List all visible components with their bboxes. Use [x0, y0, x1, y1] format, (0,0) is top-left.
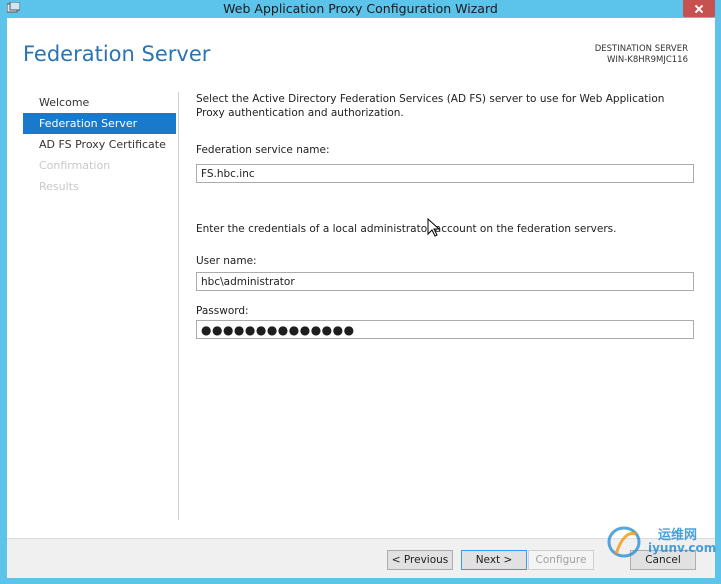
watermark-url-text: iyunv.com: [648, 541, 717, 555]
destination-server-label: DESTINATION SERVER: [594, 44, 688, 54]
mouse-cursor-icon: [427, 218, 441, 237]
next-button[interactable]: Next >: [461, 550, 527, 570]
nav-step-federation-server[interactable]: Federation Server: [23, 113, 176, 134]
password-label: Password:: [196, 305, 249, 317]
nav-step-results: Results: [39, 180, 79, 193]
credentials-prompt: Enter the credentials of a local adminis…: [196, 223, 617, 235]
nav-divider: [178, 92, 179, 520]
configure-button[interactable]: Configure: [528, 550, 594, 570]
nav-step-ad-fs-proxy-certificate[interactable]: AD FS Proxy Certificate: [23, 134, 176, 155]
password-input[interactable]: ●●●●●●●●●●●●●●: [196, 320, 694, 339]
wizard-steps-nav: Welcome Federation Server AD FS Proxy Ce…: [23, 92, 176, 197]
page-title: Federation Server: [23, 42, 211, 66]
federation-service-input[interactable]: FS.hbc.inc: [196, 164, 694, 183]
username-input[interactable]: hbc\administrator: [196, 272, 694, 291]
wizard-window: Federation Server DESTINATION SERVER WIN…: [7, 18, 715, 578]
close-icon[interactable]: [683, 0, 715, 17]
previous-button[interactable]: < Previous: [387, 550, 453, 570]
window-title: Web Application Proxy Configuration Wiza…: [223, 1, 498, 16]
destination-server-info: DESTINATION SERVER WIN-K8HR9MJC116: [595, 44, 688, 66]
intro-text: Select the Active Directory Federation S…: [196, 93, 665, 119]
destination-server-name: WIN-K8HR9MJC116: [606, 55, 688, 65]
title-bar: Web Application Proxy Configuration Wiza…: [0, 0, 721, 18]
username-label: User name:: [196, 255, 257, 267]
nav-step-confirmation: Confirmation: [39, 159, 111, 172]
federation-service-label: Federation service name:: [196, 144, 330, 156]
nav-step-welcome[interactable]: Welcome: [23, 92, 176, 113]
wizard-footer: < Previous Next > Configure Cancel: [7, 538, 715, 578]
